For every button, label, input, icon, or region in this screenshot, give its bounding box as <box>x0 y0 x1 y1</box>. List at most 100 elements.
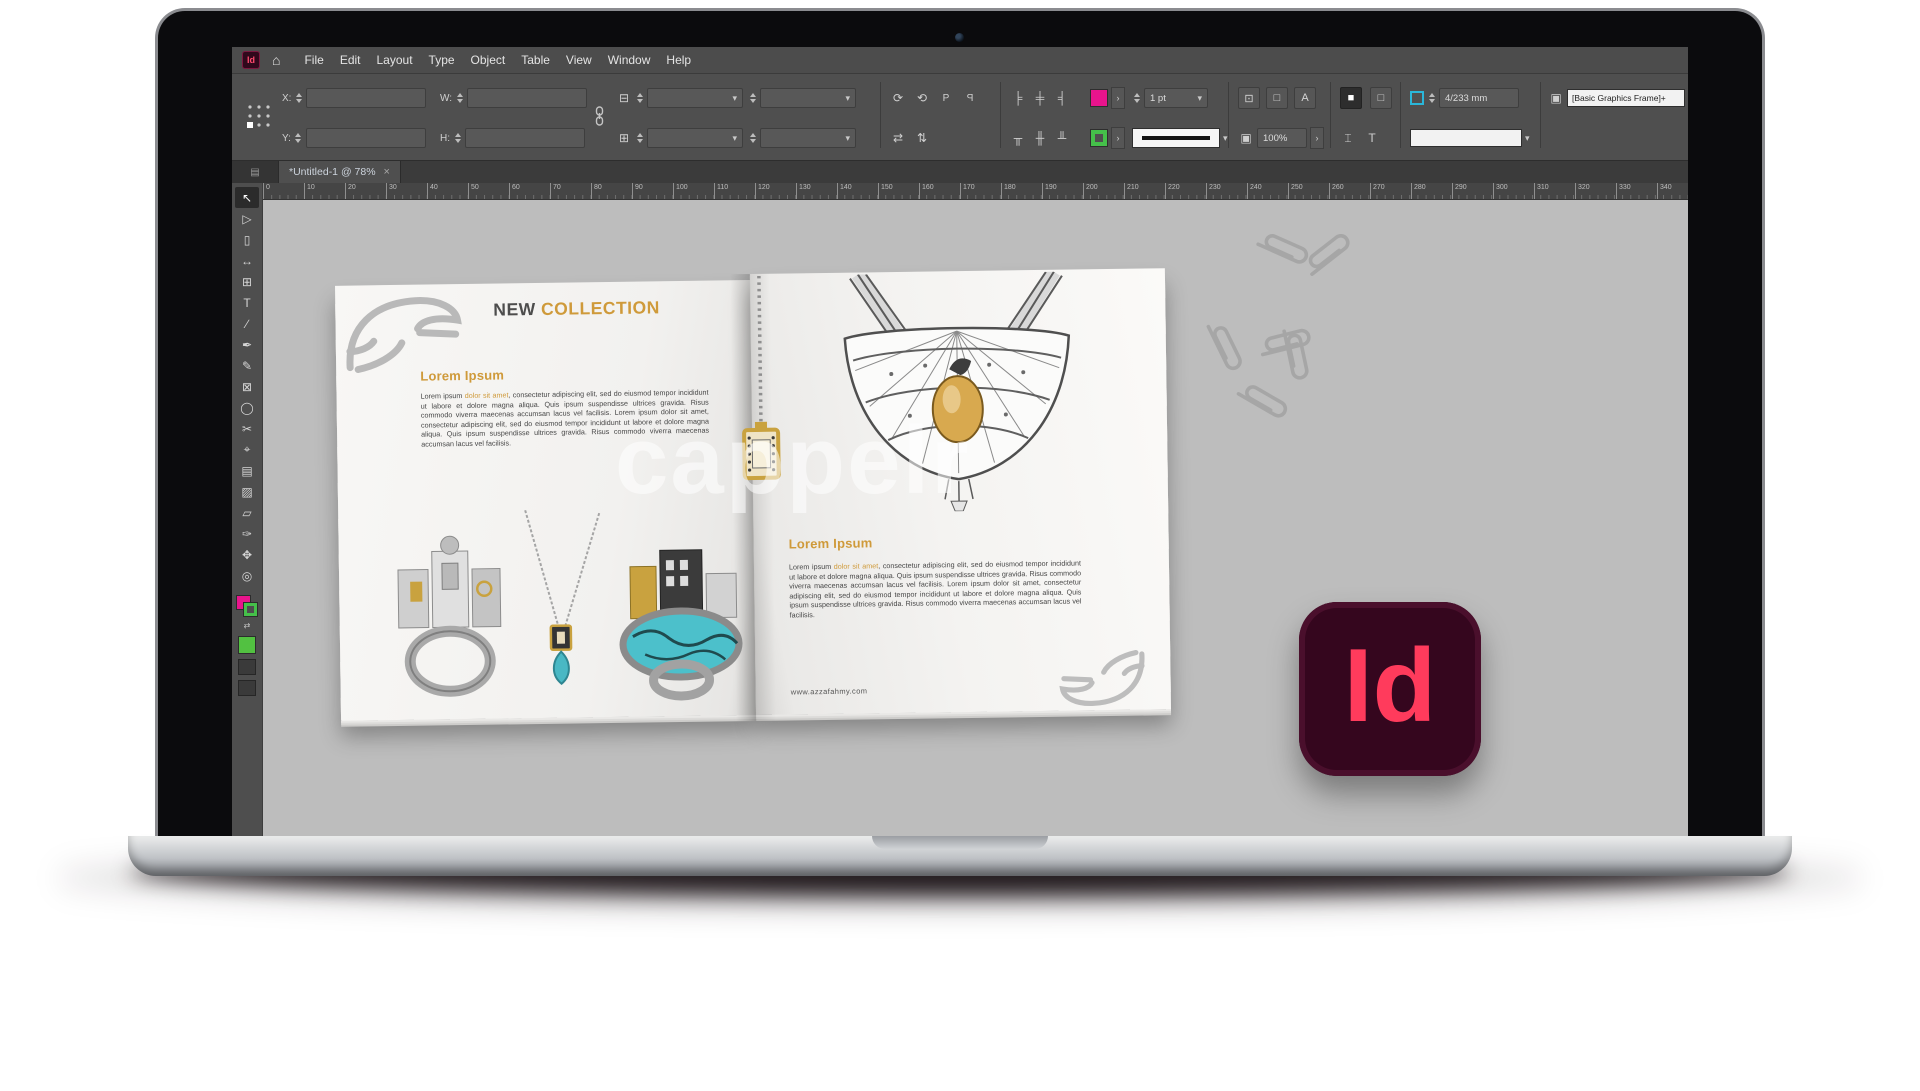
fill-stroke-indicator[interactable] <box>235 594 259 618</box>
shear-angle-input[interactable]: ▾ <box>760 128 856 148</box>
scale-y-stepper[interactable] <box>635 133 644 143</box>
stroke-weight-stepper[interactable] <box>1132 93 1141 103</box>
zoom-tool[interactable]: ◎ <box>235 565 259 586</box>
menu-layout[interactable]: Layout <box>369 53 421 67</box>
pasteboard[interactable]: NEW COLLECTION Lorem Ipsum Lorem ipsum d… <box>263 200 1688 839</box>
document-tab[interactable]: *Untitled-1 @ 78% × <box>279 161 401 183</box>
apply-gradient-button[interactable] <box>238 659 256 675</box>
distribute-bottom-button[interactable]: ╨ <box>1054 131 1070 145</box>
rotation-angle-input[interactable]: ▾ <box>760 88 856 108</box>
opacity-input[interactable]: 100% <box>1257 128 1307 148</box>
reference-point-grid[interactable] <box>246 104 272 128</box>
width-input[interactable] <box>467 88 587 108</box>
magazine-spread[interactable]: NEW COLLECTION Lorem Ipsum Lorem ipsum d… <box>335 268 1171 727</box>
page-tool[interactable]: ▯ <box>235 229 259 250</box>
ruler-tick-50: 50 <box>468 183 509 199</box>
shear-stepper[interactable] <box>748 133 757 143</box>
pencil-tool[interactable]: ✎ <box>235 355 259 376</box>
flip-vertical-p-icon[interactable]: P <box>962 93 978 104</box>
opacity-chevron[interactable]: › <box>1310 127 1324 149</box>
horizontal-ruler[interactable]: 0102030405060708090100110120130140150160… <box>263 183 1688 200</box>
menu-view[interactable]: View <box>558 53 600 67</box>
right-body-intro: Lorem ipsum <box>789 562 834 572</box>
baseline-icon[interactable]: ⌶ <box>1340 131 1356 146</box>
stroke-color-swatch[interactable] <box>1090 129 1108 147</box>
type-tool[interactable]: T <box>235 292 259 313</box>
line-tool[interactable]: ∕ <box>235 313 259 334</box>
flip-vertical-button[interactable]: ⇅ <box>914 131 930 145</box>
align-center-button[interactable]: ╪ <box>1032 91 1048 105</box>
text-t-icon[interactable]: T <box>1364 131 1380 145</box>
rotation-stepper[interactable] <box>748 93 757 103</box>
corner-stepper[interactable] <box>1427 93 1436 103</box>
object-style-dropdown[interactable]: [Basic Graphics Frame]+ <box>1567 89 1685 107</box>
home-icon[interactable]: ⌂ <box>272 52 280 68</box>
menu-type[interactable]: Type <box>421 53 463 67</box>
fit-frame-button[interactable]: □ <box>1266 87 1288 109</box>
style-empty-button[interactable]: □ <box>1370 87 1392 109</box>
menu-object[interactable]: Object <box>463 53 514 67</box>
apply-color-button[interactable] <box>238 636 256 654</box>
rotate-cw-button[interactable]: ⟳ <box>890 91 906 105</box>
selection-tool[interactable]: ↖ <box>235 187 259 208</box>
gradient-swatch-tool[interactable]: ▤ <box>235 460 259 481</box>
direct-selection-tool[interactable]: ▷ <box>235 208 259 229</box>
w-stepper[interactable] <box>455 93 464 103</box>
constrain-dimensions-toggle[interactable] <box>594 104 605 128</box>
divider <box>1228 82 1229 148</box>
align-left-button[interactable]: ╞ <box>1010 91 1026 105</box>
scale-x-stepper[interactable] <box>635 93 644 103</box>
menu-table[interactable]: Table <box>513 53 558 67</box>
hand-tool[interactable]: ✥ <box>235 544 259 565</box>
menu-edit[interactable]: Edit <box>332 53 369 67</box>
fill-chevron[interactable]: › <box>1111 87 1125 109</box>
effects-dropdown[interactable] <box>1410 129 1522 147</box>
x-position-input[interactable] <box>306 88 426 108</box>
x-stepper[interactable] <box>294 93 303 103</box>
panel-menu-icon[interactable]: ▤ <box>232 161 279 183</box>
align-right-button[interactable]: ╡ <box>1054 91 1070 105</box>
default-swap-colors[interactable]: ⇄ <box>244 621 251 630</box>
stroke-chevron[interactable]: › <box>1111 127 1125 149</box>
free-transform-tool[interactable]: ⌖ <box>235 439 259 460</box>
corner-size-input[interactable]: 4/233 mm <box>1439 88 1519 108</box>
y-stepper[interactable] <box>294 133 303 143</box>
pen-tool[interactable]: ✒ <box>235 334 259 355</box>
autofit-button[interactable]: A <box>1294 87 1316 109</box>
fit-content-button[interactable]: ⊡ <box>1238 87 1260 109</box>
swap-colors-icon[interactable]: ⇄ <box>244 621 251 630</box>
flip-horizontal-p-icon[interactable]: P <box>938 93 954 104</box>
ellipse-tool[interactable]: ◯ <box>235 397 259 418</box>
stroke-style-dropdown[interactable] <box>1132 128 1220 148</box>
y-position-input[interactable] <box>306 128 426 148</box>
apply-none-button[interactable] <box>238 680 256 696</box>
ruler-tick-230: 230 <box>1206 183 1247 199</box>
rectangle-frame-tool[interactable]: ⊠ <box>235 376 259 397</box>
object-styles-icon[interactable]: ▣ <box>1548 91 1564 105</box>
distribute-middle-button[interactable]: ╫ <box>1032 131 1048 145</box>
shear-angle-control: ▾ <box>748 126 856 150</box>
stroke-indicator-swatch[interactable] <box>243 602 258 617</box>
scale-y-input[interactable]: ▾ <box>647 128 743 148</box>
flip-horizontal-button[interactable]: ⇄ <box>890 131 906 145</box>
scale-x-input[interactable]: ▾ <box>647 88 743 108</box>
height-input[interactable] <box>465 128 585 148</box>
style-filled-button[interactable]: ■ <box>1340 87 1362 109</box>
gap-tool[interactable]: ↔ <box>235 250 259 271</box>
gradient-feather-tool[interactable]: ▨ <box>235 481 259 502</box>
h-stepper[interactable] <box>453 133 462 143</box>
rotate-ccw-button[interactable]: ⟲ <box>914 91 930 105</box>
distribute-top-button[interactable]: ╥ <box>1010 131 1026 145</box>
menu-help[interactable]: Help <box>658 53 699 67</box>
fill-color-swatch[interactable] <box>1090 89 1108 107</box>
stroke-weight-input[interactable]: 1 pt ▾ <box>1144 88 1208 108</box>
note-tool[interactable]: ▱ <box>235 502 259 523</box>
content-collector-tool[interactable]: ⊞ <box>235 271 259 292</box>
menu-window[interactable]: Window <box>600 53 659 67</box>
ruler-tick-190: 190 <box>1042 183 1083 199</box>
scissors-tool[interactable]: ✂ <box>235 418 259 439</box>
close-icon[interactable]: × <box>384 166 390 178</box>
menu-file[interactable]: File <box>296 53 331 67</box>
live-corners-icon[interactable] <box>1410 91 1424 105</box>
color-theme-tool[interactable]: ✑ <box>235 523 259 544</box>
